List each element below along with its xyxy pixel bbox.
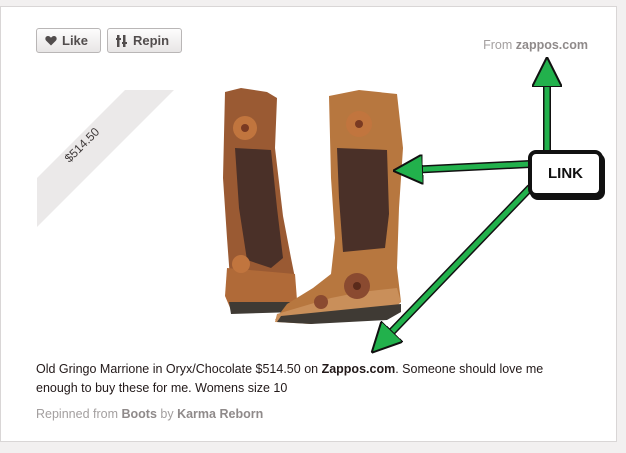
link-annotation-arrows bbox=[0, 0, 626, 453]
arrow-to-image bbox=[408, 164, 533, 170]
link-annotation-label: LINK bbox=[528, 150, 603, 197]
arrow-to-description-link bbox=[382, 185, 533, 342]
